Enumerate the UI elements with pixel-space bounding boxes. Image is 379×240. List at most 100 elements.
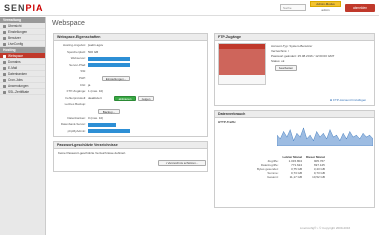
globe-icon	[3, 60, 6, 64]
property-value: jweb1.agov	[88, 43, 104, 47]
traffic-point	[342, 133, 344, 134]
property-value: 1 (max. 10)	[88, 89, 104, 94]
traffic-point	[346, 138, 347, 140]
traffic-point	[336, 134, 337, 136]
property-row	[56, 109, 206, 115]
admin-mode-badge[interactable]: Admin-Modus	[310, 1, 341, 7]
traffic-point	[333, 136, 334, 138]
usage-bar	[88, 63, 130, 68]
traffic-table: Letzter Monat Dieser Monat Zugriffe: 1.015.…	[255, 155, 327, 179]
table-row: Gesamt: 11,17 GB 10,52 GB	[255, 175, 327, 179]
traffic-point	[349, 131, 351, 132]
traffic-point	[296, 133, 298, 134]
php-settings-button[interactable]: Einstellungen...	[102, 76, 130, 81]
traffic-point	[362, 133, 364, 134]
property-row: Server-Pfad:	[56, 63, 206, 69]
traffic-cell: Gesamt:	[267, 175, 279, 179]
sidebar: Verwaltung Übersicht Einstellungen Benut…	[0, 17, 46, 235]
webspace-properties-panel: Webspace-Eigenschaften Hosting-Angebot: j…	[53, 33, 208, 137]
backup-button[interactable]: Backup...	[98, 109, 120, 114]
traffic-point	[326, 138, 327, 140]
enable-log-button[interactable]: aktivieren	[114, 95, 136, 101]
usage-bar	[88, 56, 130, 61]
property-value: deaktiviert	[88, 95, 102, 100]
ftp-account-type: Account-Typ: System-Benutzer	[271, 44, 313, 48]
ftp-account-highlight	[219, 49, 265, 75]
property-label: Webserver:	[70, 56, 86, 61]
main-content: Webspace	[48, 17, 379, 31]
traffic-point	[352, 136, 354, 138]
traffic-point	[280, 138, 281, 140]
traffic-point	[299, 136, 301, 138]
property-label: Datenbanken:	[67, 115, 86, 120]
user-label: admin	[321, 8, 330, 12]
property-row: FTP-Zugänge: 1 (max. 10)	[56, 89, 206, 95]
ftp-password-changed: Passwort geändert: 25.08.2016 / 12:00:00…	[271, 54, 335, 58]
property-value: 500 GB	[88, 49, 99, 54]
traffic-point	[309, 134, 311, 136]
traffic-point	[303, 127, 304, 129]
traffic-chart	[277, 127, 373, 146]
traffic-point	[323, 133, 324, 134]
usage-bar	[88, 122, 116, 127]
traffic-point	[289, 129, 291, 131]
ftp-edit-button[interactable]: bearbeiten	[275, 65, 297, 71]
property-value: 0 (max. 10)	[88, 115, 104, 120]
traffic-point	[339, 140, 341, 141]
usage-bar	[88, 129, 130, 134]
ftp-panel: FTP-Zugänge Account-Typ: System-Benutzer…	[214, 33, 375, 106]
panel-title: FTP-Zugänge	[215, 34, 374, 41]
logout-button[interactable]: abmelden	[345, 4, 375, 12]
gear-icon	[3, 30, 6, 34]
lock-icon	[3, 90, 6, 94]
traffic-area-series	[277, 127, 373, 146]
property-label: Fehlerprotokoll:	[65, 95, 86, 100]
logo: SENPIA	[4, 3, 44, 13]
traffic-point	[366, 136, 367, 138]
property-row: Datenbank-Server:	[56, 122, 206, 128]
property-row: Letztes Backup:	[56, 102, 206, 108]
property-row: CGI: ja	[56, 83, 206, 89]
property-label: SSI:	[80, 69, 86, 74]
protect-dir-button[interactable]: ▪ Verzeichnis schützen...	[158, 160, 206, 166]
property-label: phpMyAdmin:	[67, 128, 86, 133]
folder-icon	[3, 54, 6, 58]
page-title: Webspace	[52, 20, 85, 27]
property-row: SSI:	[56, 69, 206, 75]
search-input[interactable]: Suche	[280, 4, 306, 11]
property-label: Server-Pfad:	[69, 62, 86, 67]
traffic-point	[293, 140, 294, 141]
apps-icon	[3, 84, 6, 88]
traffic-point	[359, 138, 361, 140]
sidebar-item-liveconfig[interactable]: LiveConfig	[0, 41, 45, 47]
panel-title: Webspace-Eigenschaften	[54, 34, 207, 41]
property-label: Hosting-Angebot:	[62, 43, 86, 47]
property-label: PHP:	[78, 76, 86, 80]
ftp-account-list[interactable]	[218, 43, 266, 85]
property-row: Hosting-Angebot: jweb1.agov	[56, 43, 206, 49]
traffic-point	[316, 131, 317, 132]
property-value: ja	[88, 82, 91, 87]
sidebar-item-ssl[interactable]: SSL-Zertifikate	[0, 89, 45, 95]
traffic-panel: Datenverbrauch HTTP-Traffic Letzter Mona…	[214, 110, 375, 208]
traffic-point	[329, 129, 331, 131]
show-log-button[interactable]: zeigen	[138, 95, 154, 101]
traffic-point	[319, 136, 321, 138]
panel-title: Passwort-geschützte Verzeichnisse	[54, 142, 207, 149]
traffic-cell: 10,52 GB	[312, 175, 325, 179]
property-label: FTP-Zugänge:	[66, 89, 86, 94]
traffic-point	[306, 138, 308, 140]
traffic-point	[313, 140, 314, 141]
user-icon	[3, 36, 6, 40]
empty-note: Keine Passwort-geschützte Verzeichnisse …	[58, 151, 127, 155]
property-row: Datenbanken: 0 (max. 10)	[56, 116, 206, 122]
traffic-cell: 11,17 GB	[289, 175, 303, 179]
traffic-point	[356, 134, 357, 136]
ftp-add-button[interactable]: ⊕ FTP-Account hinzufügen	[323, 98, 373, 104]
database-icon	[3, 72, 6, 76]
traffic-point	[283, 131, 284, 132]
mail-icon	[3, 66, 6, 70]
property-label: Datenbank-Server:	[60, 122, 86, 127]
home-icon	[3, 24, 6, 28]
traffic-point	[286, 136, 288, 138]
